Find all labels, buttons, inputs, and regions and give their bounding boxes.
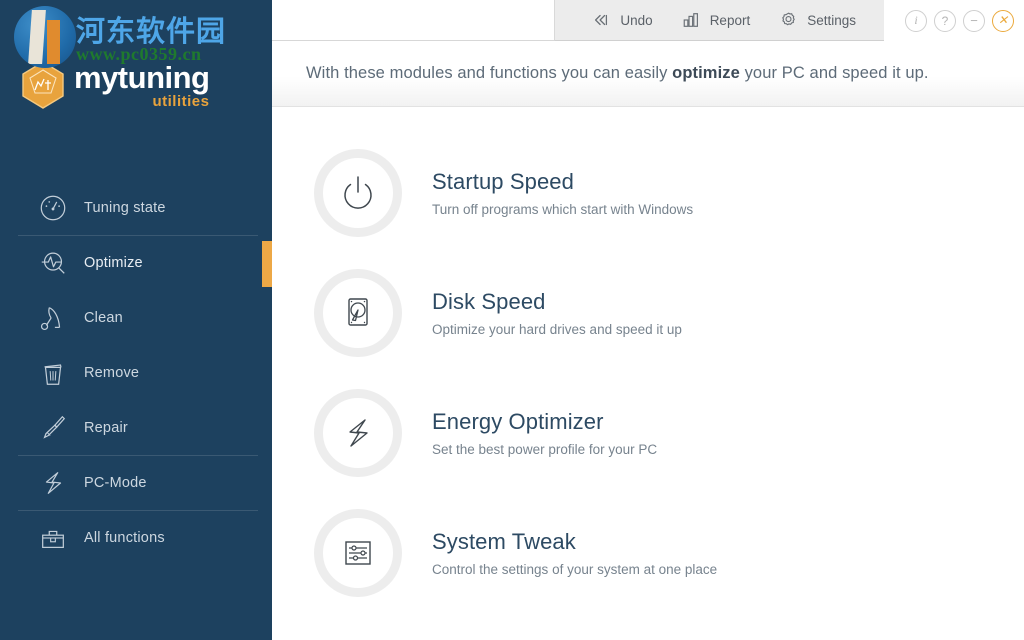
power-icon bbox=[314, 149, 402, 237]
sidebar-item-label: Clean bbox=[84, 309, 123, 326]
help-icon[interactable]: ? bbox=[934, 9, 956, 32]
module-title: Energy Optimizer bbox=[432, 409, 604, 434]
main-content: Undo Report Settings i ? − ✕ With these … bbox=[272, 0, 1024, 640]
module-title: Startup Speed bbox=[432, 169, 574, 194]
sidebar-item-label: Remove bbox=[84, 364, 140, 381]
brand-name: mytuning bbox=[74, 59, 210, 95]
module-system-tweak[interactable]: System Tweak Control the settings of you… bbox=[272, 493, 1024, 613]
title-bar: Undo Report Settings i ? − ✕ bbox=[272, 0, 1024, 41]
info-icon[interactable]: i bbox=[905, 9, 927, 32]
brand-wordmark: mytuning utilities bbox=[74, 62, 210, 109]
sidebar-item-all-functions[interactable]: All functions bbox=[0, 510, 272, 565]
settings-label: Settings bbox=[807, 12, 856, 28]
active-indicator bbox=[262, 241, 272, 287]
module-description: Optimize your hard drives and speed it u… bbox=[432, 322, 682, 337]
close-icon[interactable]: ✕ bbox=[992, 9, 1014, 32]
module-energy-optimizer[interactable]: Energy Optimizer Set the best power prof… bbox=[272, 373, 1024, 493]
brand-tagline: utilities bbox=[152, 92, 210, 110]
intro-text-before: With these modules and functions you can… bbox=[306, 64, 673, 82]
application-window: mytuning utilities 河东软件园 www.pc0359.cn T… bbox=[0, 0, 1024, 640]
module-disk-speed[interactable]: Disk Speed Optimize your hard drives and… bbox=[272, 253, 1024, 373]
sidebar-item-label: Tuning state bbox=[84, 199, 166, 216]
sidebar-item-pc-mode[interactable]: PC-Mode bbox=[0, 455, 272, 510]
hard-disk-icon bbox=[314, 269, 402, 357]
sidebar-item-repair[interactable]: Repair bbox=[0, 400, 272, 455]
brand-area: mytuning utilities 河东软件园 www.pc0359.cn bbox=[0, 0, 272, 122]
settings-button[interactable]: Settings bbox=[764, 0, 870, 41]
rewind-icon bbox=[591, 10, 611, 30]
module-text: Startup Speed Turn off programs which st… bbox=[432, 169, 693, 217]
trash-icon bbox=[36, 356, 70, 390]
module-list: Startup Speed Turn off programs which st… bbox=[272, 107, 1024, 613]
window-controls: i ? − ✕ bbox=[884, 0, 1024, 41]
undo-label: Undo bbox=[620, 12, 653, 28]
gauge-icon bbox=[36, 191, 70, 225]
sliders-icon bbox=[314, 509, 402, 597]
watermark-chinese-text: 河东软件园 bbox=[76, 14, 227, 48]
intro-text-emphasis: optimize bbox=[672, 64, 740, 82]
magnifier-pulse-icon bbox=[36, 246, 70, 280]
sidebar-item-label: Optimize bbox=[84, 254, 143, 271]
report-button[interactable]: Report bbox=[667, 0, 765, 41]
screwdriver-icon bbox=[36, 411, 70, 445]
dodecahedron-logo-icon bbox=[18, 60, 68, 110]
toolbox-icon bbox=[36, 521, 70, 555]
sidebar-item-remove[interactable]: Remove bbox=[0, 345, 272, 400]
sidebar-nav: Tuning state Optimize Clean Remove Repai… bbox=[0, 180, 272, 565]
intro-text-after: your PC and speed it up. bbox=[739, 64, 929, 82]
report-label: Report bbox=[709, 12, 751, 28]
bar-chart-icon bbox=[681, 10, 701, 30]
module-description: Turn off programs which start with Windo… bbox=[432, 202, 694, 217]
sidebar-item-tuning-state[interactable]: Tuning state bbox=[0, 180, 272, 235]
module-startup-speed[interactable]: Startup Speed Turn off programs which st… bbox=[272, 133, 1024, 253]
sidebar-item-label: All functions bbox=[84, 529, 165, 546]
module-text: Energy Optimizer Set the best power prof… bbox=[432, 409, 657, 457]
toolbar: Undo Report Settings bbox=[554, 0, 884, 41]
undo-button[interactable]: Undo bbox=[577, 0, 666, 41]
module-text: System Tweak Control the settings of you… bbox=[432, 529, 717, 577]
minimize-icon[interactable]: − bbox=[963, 9, 985, 32]
vacuum-icon bbox=[36, 301, 70, 335]
module-title: Disk Speed bbox=[432, 289, 546, 314]
sidebar: mytuning utilities 河东软件园 www.pc0359.cn T… bbox=[0, 0, 272, 640]
lightning-bolt-icon bbox=[36, 466, 70, 500]
module-text: Disk Speed Optimize your hard drives and… bbox=[432, 289, 682, 337]
sidebar-item-optimize[interactable]: Optimize bbox=[0, 235, 272, 290]
watermark-badge-icon bbox=[14, 6, 76, 68]
lightning-bolt-icon bbox=[314, 389, 402, 477]
sidebar-item-clean[interactable]: Clean bbox=[0, 290, 272, 345]
module-title: System Tweak bbox=[432, 529, 576, 554]
gear-icon bbox=[778, 10, 798, 30]
intro-banner: With these modules and functions you can… bbox=[272, 41, 1024, 107]
module-description: Control the settings of your system at o… bbox=[432, 562, 718, 577]
sidebar-item-label: PC-Mode bbox=[84, 474, 147, 491]
app-logo: mytuning utilities bbox=[18, 60, 210, 110]
module-description: Set the best power profile for your PC bbox=[432, 442, 658, 457]
sidebar-item-label: Repair bbox=[84, 419, 128, 436]
intro-text: With these modules and functions you can… bbox=[306, 64, 929, 83]
